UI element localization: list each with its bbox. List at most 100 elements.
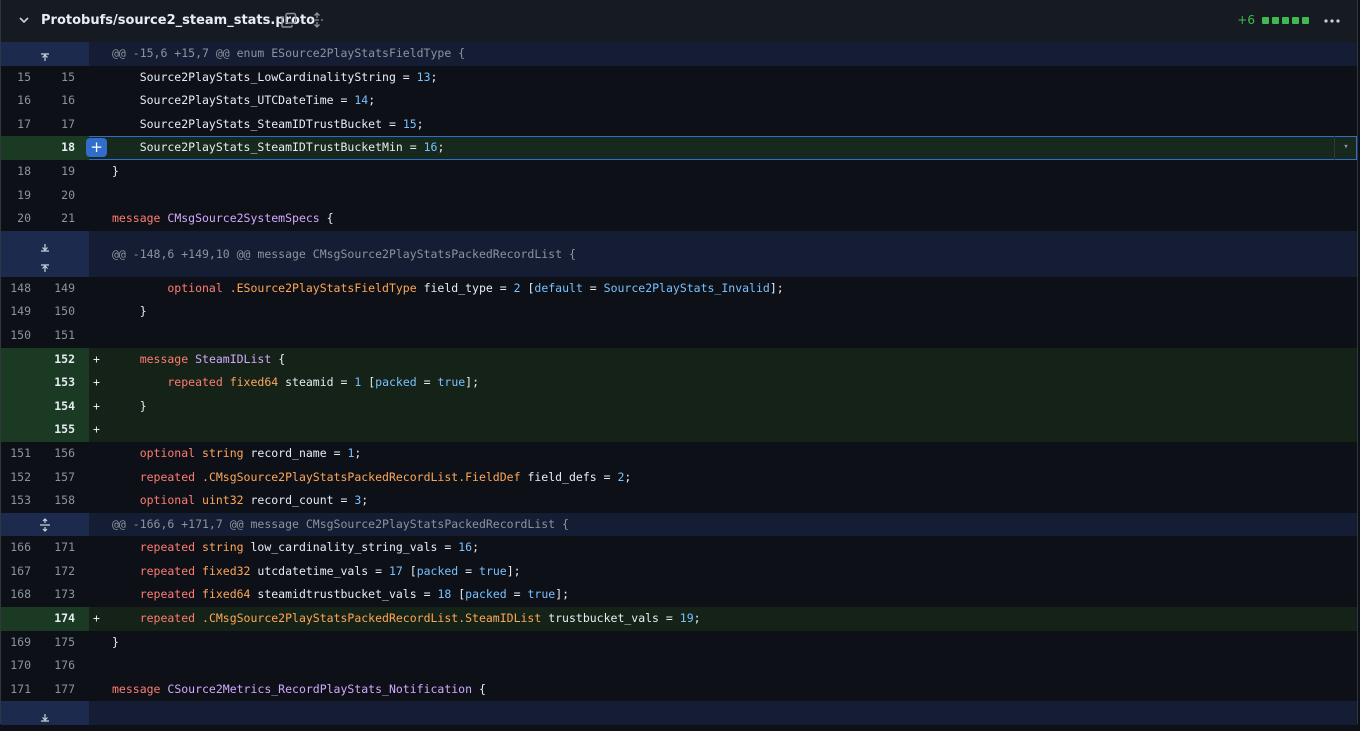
old-line-number[interactable]: 170 xyxy=(1,654,31,678)
context-line: 171 177 message CSource2Metrics_RecordPlay… xyxy=(1,678,1357,702)
diffstat-block xyxy=(1302,16,1309,24)
new-line-number[interactable]: 157 xyxy=(45,466,75,490)
code-token: [ xyxy=(409,563,417,578)
old-line-number[interactable]: 16 xyxy=(1,89,31,113)
old-line-number[interactable]: 167 xyxy=(1,560,31,584)
new-line-number[interactable]: 150 xyxy=(45,300,75,324)
kebab-menu-icon[interactable] xyxy=(1323,13,1341,29)
old-line-number[interactable]: 149 xyxy=(1,300,31,324)
code-token: = xyxy=(388,116,403,131)
code-token: 18 xyxy=(437,587,459,602)
code-token: ]; xyxy=(769,280,784,295)
context-line: 19 20 xyxy=(1,184,1357,208)
code-token: Source2PlayStats_SteamIDTrustBucket xyxy=(112,116,389,131)
code-token: = xyxy=(499,280,514,295)
old-line-number[interactable]: 171 xyxy=(1,678,31,702)
expand-down-icon[interactable] xyxy=(38,237,52,252)
new-line-number[interactable]: 153 xyxy=(45,371,75,395)
old-line-number[interactable] xyxy=(1,607,31,631)
code-token: } xyxy=(112,304,147,319)
old-line-number[interactable]: 152 xyxy=(1,466,31,490)
code-token: CSource2Metrics_RecordPlayStats_Notifica… xyxy=(167,681,473,696)
code-token: packed xyxy=(416,563,466,578)
old-line-number[interactable]: 17 xyxy=(1,113,31,137)
new-line-number[interactable]: 21 xyxy=(45,207,75,231)
old-line-number[interactable]: 166 xyxy=(1,536,31,560)
code-token: = xyxy=(665,611,680,626)
code-line: repeated fixed32 utcdatetime_vals = 17 [… xyxy=(112,560,521,584)
new-line-number[interactable]: 16 xyxy=(45,89,75,113)
old-line-number[interactable] xyxy=(1,136,31,160)
new-line-number[interactable]: 18 xyxy=(45,136,75,160)
new-line-number[interactable]: 149 xyxy=(45,277,75,301)
expand-up-icon[interactable] xyxy=(38,48,52,61)
new-line-number[interactable]: 154 xyxy=(45,395,75,419)
code-token: uint32 xyxy=(202,493,251,508)
old-line-number[interactable]: 15 xyxy=(1,66,31,90)
expand-down-icon[interactable] xyxy=(38,707,52,723)
new-line-number[interactable]: 158 xyxy=(45,489,75,513)
additions-count: +6 xyxy=(1237,13,1255,27)
new-line-number[interactable]: 176 xyxy=(45,654,75,678)
code-token: = xyxy=(423,587,438,602)
code-token: ; xyxy=(368,93,376,108)
new-line-number[interactable]: 19 xyxy=(45,160,75,184)
old-line-number[interactable]: 148 xyxy=(1,277,31,301)
old-line-number[interactable]: 169 xyxy=(1,631,31,655)
new-line-number[interactable]: 20 xyxy=(45,184,75,208)
new-line-number[interactable]: 174 xyxy=(45,607,75,631)
code-token: 16 xyxy=(458,540,473,555)
context-line: 152 157 repeated .CMsgSource2PlayStatsPac… xyxy=(1,466,1357,490)
code-token: } xyxy=(112,163,119,178)
copy-icon[interactable] xyxy=(281,12,297,28)
old-line-number[interactable] xyxy=(1,348,31,372)
code-token: message xyxy=(112,681,168,696)
old-line-number[interactable] xyxy=(1,371,31,395)
code-token: ; xyxy=(361,493,369,508)
new-line-number[interactable]: 155 xyxy=(45,418,75,442)
line-menu-caret-icon[interactable]: ▾ xyxy=(1334,136,1357,160)
old-line-number[interactable] xyxy=(1,395,31,419)
diff-file: Protobufs/source2_steam_stats.proto +6 @… xyxy=(0,0,1358,726)
expand-up-icon[interactable] xyxy=(38,259,52,272)
new-line-number[interactable]: 15 xyxy=(45,66,75,90)
new-line-number[interactable]: 171 xyxy=(45,536,75,560)
old-line-number[interactable]: 150 xyxy=(1,324,31,348)
new-line-number[interactable]: 156 xyxy=(45,442,75,466)
old-line-number[interactable]: 20 xyxy=(1,207,31,231)
expand-both-icon[interactable] xyxy=(38,517,52,532)
new-line-number[interactable]: 152 xyxy=(45,348,75,372)
code-token: 2 xyxy=(513,280,528,295)
code-token: 19 xyxy=(679,611,694,626)
code-token: Source2PlayStats_Invalid xyxy=(603,280,770,295)
new-line-number[interactable]: 17 xyxy=(45,113,75,137)
add-comment-button[interactable]: + xyxy=(86,138,107,158)
code-line: repeated fixed64 steamid = 1 [packed = t… xyxy=(112,371,479,395)
code-line: repeated fixed64 steamidtrustbucket_vals… xyxy=(112,583,569,607)
old-line-number[interactable]: 168 xyxy=(1,583,31,607)
code-token: true xyxy=(479,563,507,578)
new-line-number[interactable]: 175 xyxy=(45,631,75,655)
file-path[interactable]: Protobufs/source2_steam_stats.proto xyxy=(41,13,315,28)
expand-all-icon[interactable] xyxy=(309,12,325,28)
code-token: ; xyxy=(416,116,424,131)
old-line-number[interactable]: 19 xyxy=(1,184,31,208)
diff-plus-sign: + xyxy=(93,611,100,626)
old-line-number[interactable]: 151 xyxy=(1,442,31,466)
old-line-number[interactable] xyxy=(1,418,31,442)
code-token: ; xyxy=(437,140,445,155)
chevron-down-icon[interactable] xyxy=(17,13,31,27)
code-token: repeated xyxy=(112,375,230,390)
new-line-number[interactable]: 151 xyxy=(45,324,75,348)
context-line: 18 19} xyxy=(1,160,1357,184)
new-line-number[interactable]: 173 xyxy=(45,583,75,607)
code-line: optional .ESource2PlayStatsFieldType fie… xyxy=(112,277,784,301)
old-line-number[interactable]: 153 xyxy=(1,489,31,513)
old-line-number[interactable]: 18 xyxy=(1,160,31,184)
new-line-number[interactable]: 177 xyxy=(45,678,75,702)
code-token: optional xyxy=(112,493,203,508)
code-line: Source2PlayStats_UTCDateTime = 14; xyxy=(112,89,375,113)
diffstat-block xyxy=(1292,16,1299,24)
new-line-number[interactable]: 172 xyxy=(45,560,75,584)
context-line: 149 150 } xyxy=(1,300,1357,324)
